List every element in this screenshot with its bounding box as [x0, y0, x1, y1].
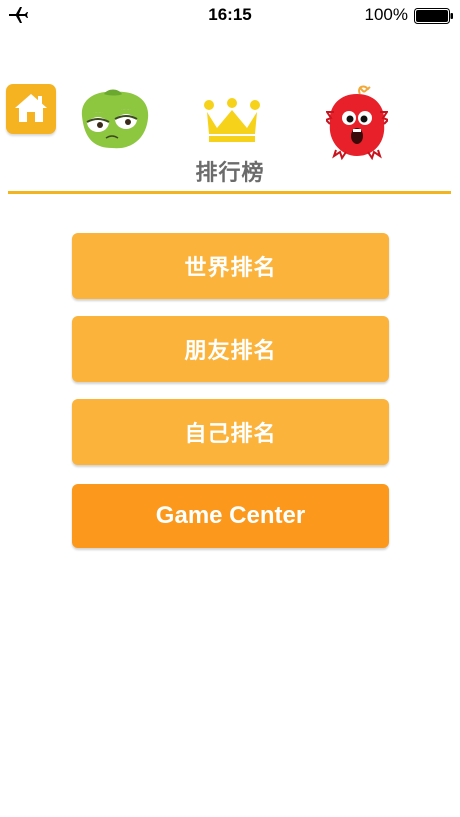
red-monster-character — [326, 85, 388, 160]
green-monster-character — [81, 89, 149, 149]
title-divider — [8, 191, 451, 194]
battery-icon — [414, 8, 453, 24]
my-ranking-button[interactable]: 自己排名 — [72, 399, 389, 465]
friends-ranking-button[interactable]: 朋友排名 — [72, 316, 389, 382]
crown-icon — [204, 98, 260, 142]
home-button[interactable] — [6, 84, 56, 134]
page-title: 排行榜 — [195, 161, 265, 186]
home-icon — [15, 94, 47, 122]
world-ranking-button[interactable]: 世界排名 — [72, 233, 389, 299]
game-center-button[interactable]: Game Center — [72, 484, 389, 548]
status-bar: 16:15 100% — [0, 0, 460, 30]
battery-percent: 100% — [364, 5, 408, 24]
leaderboard-screen: 16:15 100% 排行榜 世界排名 朋友排名 自己排名 Game Cente… — [0, 0, 460, 817]
